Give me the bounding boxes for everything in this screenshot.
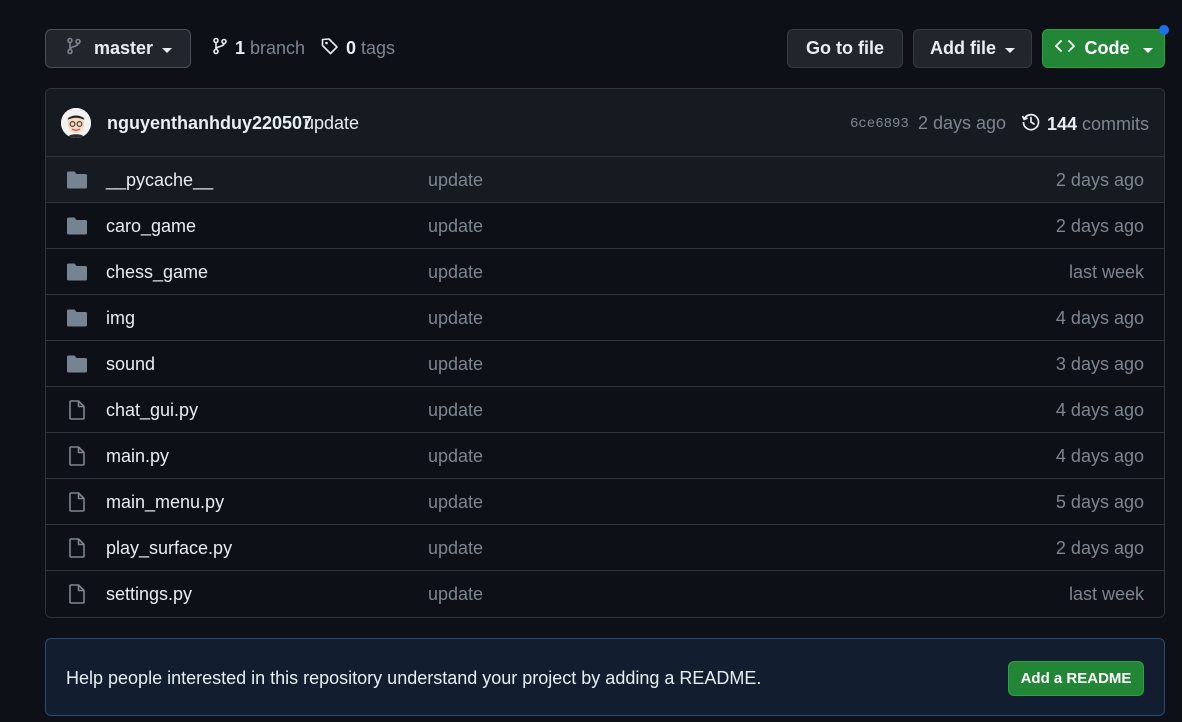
file-commit-age: 2 days ago bbox=[1055, 538, 1144, 558]
file-icon bbox=[66, 492, 88, 517]
tags-link[interactable]: 0 tags bbox=[321, 37, 395, 60]
commits-history-link[interactable]: 144 commits bbox=[1021, 112, 1149, 137]
commits-count: 144 bbox=[1047, 114, 1078, 134]
file-name-link[interactable]: main_menu.py bbox=[106, 492, 224, 513]
branch-name: master bbox=[94, 38, 154, 58]
commit-time: 2 days ago bbox=[918, 113, 1007, 133]
add-file-button[interactable]: Add file bbox=[913, 29, 1032, 68]
folder-icon bbox=[66, 308, 88, 333]
branches-count: 1 bbox=[235, 38, 246, 58]
file-name-link[interactable]: main.py bbox=[106, 446, 169, 467]
file-commit-message[interactable]: update bbox=[428, 538, 483, 559]
commit-hash-link[interactable]: 6ce6893 bbox=[850, 116, 909, 132]
folder-icon bbox=[66, 354, 88, 379]
file-name-link[interactable]: chess_game bbox=[106, 262, 208, 283]
branches-label: branch bbox=[250, 38, 306, 58]
commit-message-link[interactable]: update bbox=[304, 113, 359, 134]
file-name-link[interactable]: sound bbox=[106, 354, 155, 375]
file-commit-message[interactable]: update bbox=[428, 400, 483, 421]
add-readme-label: Add a README bbox=[1020, 670, 1132, 687]
file-row[interactable]: img update 4 days ago bbox=[46, 295, 1164, 341]
file-name-link[interactable]: settings.py bbox=[106, 584, 192, 605]
tags-label: tags bbox=[361, 38, 396, 58]
file-row[interactable]: main_menu.py update 5 days ago bbox=[46, 479, 1164, 525]
file-browser: nguyenthanhduy220507 update 6ce6893 2 da… bbox=[45, 88, 1165, 618]
file-row[interactable]: settings.py update last week bbox=[46, 571, 1164, 617]
latest-commit-bar: nguyenthanhduy220507 update 6ce6893 2 da… bbox=[46, 89, 1164, 157]
commits-label: commits bbox=[1082, 114, 1150, 134]
file-commit-age: 2 days ago bbox=[1055, 170, 1144, 190]
file-name-link[interactable]: img bbox=[106, 308, 135, 329]
file-commit-age: 4 days ago bbox=[1055, 446, 1144, 466]
file-row[interactable]: chess_game update last week bbox=[46, 249, 1164, 295]
chevron-down-icon bbox=[1005, 47, 1015, 53]
file-commit-message[interactable]: update bbox=[428, 584, 483, 605]
history-icon bbox=[1021, 112, 1041, 137]
file-name-link[interactable]: caro_game bbox=[106, 216, 196, 237]
file-commit-message[interactable]: update bbox=[428, 170, 483, 191]
file-name-link[interactable]: __pycache__ bbox=[106, 170, 213, 191]
file-commit-age: last week bbox=[1068, 262, 1144, 282]
file-commit-message[interactable]: update bbox=[428, 354, 483, 375]
file-icon bbox=[66, 446, 88, 471]
code-icon bbox=[1054, 39, 1075, 58]
commit-author-link[interactable]: nguyenthanhduy220507 bbox=[107, 113, 312, 134]
code-label: Code bbox=[1084, 38, 1130, 58]
branches-link[interactable]: 1 branch bbox=[212, 37, 305, 60]
file-icon bbox=[66, 400, 88, 425]
file-row[interactable]: __pycache__ update 2 days ago bbox=[46, 157, 1164, 203]
file-row[interactable]: main.py update 4 days ago bbox=[46, 433, 1164, 479]
readme-prompt-banner: Help people interested in this repositor… bbox=[45, 638, 1165, 716]
file-commit-age: 5 days ago bbox=[1055, 492, 1144, 512]
folder-icon bbox=[66, 170, 88, 195]
git-branch-icon bbox=[212, 37, 228, 60]
file-row[interactable]: chat_gui.py update 4 days ago bbox=[46, 387, 1164, 433]
tag-icon bbox=[321, 37, 339, 60]
file-name-link[interactable]: play_surface.py bbox=[106, 538, 232, 559]
tags-count: 0 bbox=[346, 38, 357, 58]
file-commit-message[interactable]: update bbox=[428, 492, 483, 513]
file-row[interactable]: sound update 3 days ago bbox=[46, 341, 1164, 387]
repo-toolbar: master 1 branch 0 tags Go to file Add fi… bbox=[45, 29, 1165, 69]
file-commit-age: 3 days ago bbox=[1055, 354, 1144, 374]
file-commit-age: 2 days ago bbox=[1055, 216, 1144, 236]
file-icon bbox=[66, 584, 88, 609]
file-name-link[interactable]: chat_gui.py bbox=[106, 400, 198, 421]
file-row[interactable]: play_surface.py update 2 days ago bbox=[46, 525, 1164, 571]
file-commit-message[interactable]: update bbox=[428, 216, 483, 237]
chevron-down-icon bbox=[162, 47, 173, 53]
notification-dot bbox=[1159, 25, 1169, 35]
file-row[interactable]: caro_game update 2 days ago bbox=[46, 203, 1164, 249]
readme-prompt-text: Help people interested in this repositor… bbox=[66, 668, 762, 688]
git-branch-icon bbox=[66, 37, 82, 60]
file-commit-message[interactable]: update bbox=[428, 446, 483, 467]
chevron-down-icon bbox=[1142, 47, 1153, 53]
avatar[interactable] bbox=[61, 108, 91, 138]
folder-icon bbox=[66, 216, 88, 241]
code-button[interactable]: Code bbox=[1042, 29, 1165, 68]
add-readme-button[interactable]: Add a README bbox=[1008, 661, 1144, 696]
file-commit-message[interactable]: update bbox=[428, 308, 483, 329]
go-to-file-button[interactable]: Go to file bbox=[787, 29, 903, 68]
file-commit-message[interactable]: update bbox=[428, 262, 483, 283]
file-commit-age: 4 days ago bbox=[1055, 400, 1144, 420]
branch-select-button[interactable]: master bbox=[45, 29, 191, 68]
add-file-label: Add file bbox=[930, 38, 996, 58]
file-icon bbox=[66, 538, 88, 563]
folder-icon bbox=[66, 262, 88, 287]
file-commit-age: last week bbox=[1068, 584, 1144, 604]
file-commit-age: 4 days ago bbox=[1055, 308, 1144, 328]
go-to-file-label: Go to file bbox=[806, 38, 884, 58]
